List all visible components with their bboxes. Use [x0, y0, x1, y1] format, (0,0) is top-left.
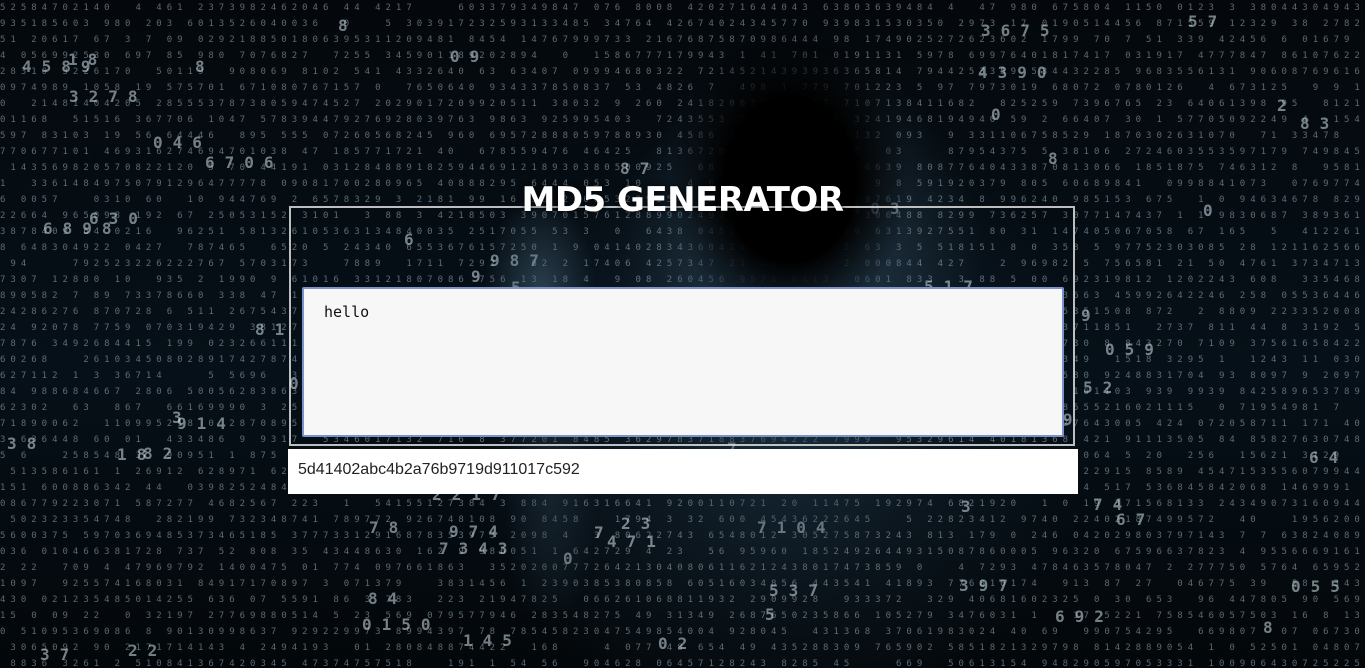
matrix-digit-cluster: 397	[959, 576, 1018, 595]
matrix-digit-cluster: 471	[607, 532, 666, 551]
matrix-digit-cluster: 02	[658, 634, 698, 653]
matrix-digit-cluster: 18	[117, 445, 157, 464]
matrix-digit-cluster: 3675	[981, 21, 1060, 40]
matrix-digit-cluster: 4589	[22, 57, 101, 76]
matrix-digit-cluster: 82	[143, 444, 183, 463]
matrix-digit-cluster: 7104	[757, 518, 836, 537]
matrix-digit-cluster: 6706	[205, 153, 284, 172]
matrix-digit-cluster: 4390	[978, 63, 1057, 82]
matrix-digit-cluster: 914	[177, 414, 236, 433]
matrix-digit-cluster: 37	[40, 645, 80, 664]
page-title-text: MD5 GENERATOR	[521, 180, 845, 220]
matrix-digit-cluster: 3	[172, 408, 192, 427]
matrix-digit-cluster: 87	[620, 159, 660, 178]
matrix-digit-cluster: 3	[961, 497, 981, 516]
matrix-digit-cluster: 8	[338, 16, 358, 35]
matrix-digit-cluster: 2	[1277, 96, 1297, 115]
matrix-digit-cluster: 8	[195, 57, 215, 76]
matrix-digit-cluster: 0150	[362, 615, 441, 634]
page-title: MD5 GENERATOR	[0, 180, 1365, 220]
matrix-digit-cluster: 18	[68, 50, 108, 69]
matrix-digit-cluster: 145	[463, 631, 522, 650]
matrix-digit-cluster: 74	[1093, 495, 1133, 514]
matrix-digit-cluster: 9	[1081, 306, 1101, 325]
matrix-digit-cluster: 57	[1188, 12, 1228, 31]
matrix-digit-cluster: 046	[153, 133, 212, 152]
matrix-digit-cluster: 64	[1309, 448, 1349, 467]
text-input[interactable]	[302, 287, 1064, 437]
matrix-digit-cluster: 0	[991, 105, 1011, 124]
matrix-digit-cluster: 537	[769, 581, 828, 600]
matrix-digit-cluster: 5	[765, 605, 785, 624]
matrix-digit-cluster: 38	[7, 434, 47, 453]
matrix-digit-cluster: 8	[1048, 149, 1068, 168]
page: 52584702140 4 461 2373982462046 44 4217 …	[0, 0, 1365, 668]
matrix-digit-cluster: 67	[1116, 510, 1156, 529]
matrix-digit-cluster: 7343	[439, 539, 518, 558]
matrix-digit-cluster: 0	[563, 549, 583, 568]
hash-output-text: 5d41402abc4b2a76b9719d911017c592	[298, 461, 580, 478]
hash-output: 5d41402abc4b2a76b9719d911017c592	[288, 449, 1078, 494]
matrix-digit-cluster: 3278	[69, 87, 148, 106]
matrix-digit-cluster: 22	[128, 641, 168, 660]
matrix-digit-cluster: 7	[594, 523, 614, 542]
matrix-digit-cluster: 83	[1300, 114, 1340, 133]
matrix-digit-cluster: 692	[1055, 607, 1114, 626]
matrix-digit-cluster: 52	[1083, 378, 1123, 397]
matrix-digit-cluster: 23	[621, 514, 661, 533]
matrix-digit-cluster: 974	[449, 522, 508, 541]
matrix-digit-cluster: 8	[1263, 618, 1283, 637]
matrix-digit-cluster: 78	[369, 518, 409, 537]
matrix-digit-cluster: 84	[368, 589, 408, 608]
matrix-digit-cluster: 6898	[43, 219, 122, 238]
matrix-digit-cluster: 09	[450, 47, 490, 66]
matrix-digit-cluster: 059	[1105, 340, 1164, 359]
matrix-digit-cluster: 055	[1291, 577, 1350, 596]
